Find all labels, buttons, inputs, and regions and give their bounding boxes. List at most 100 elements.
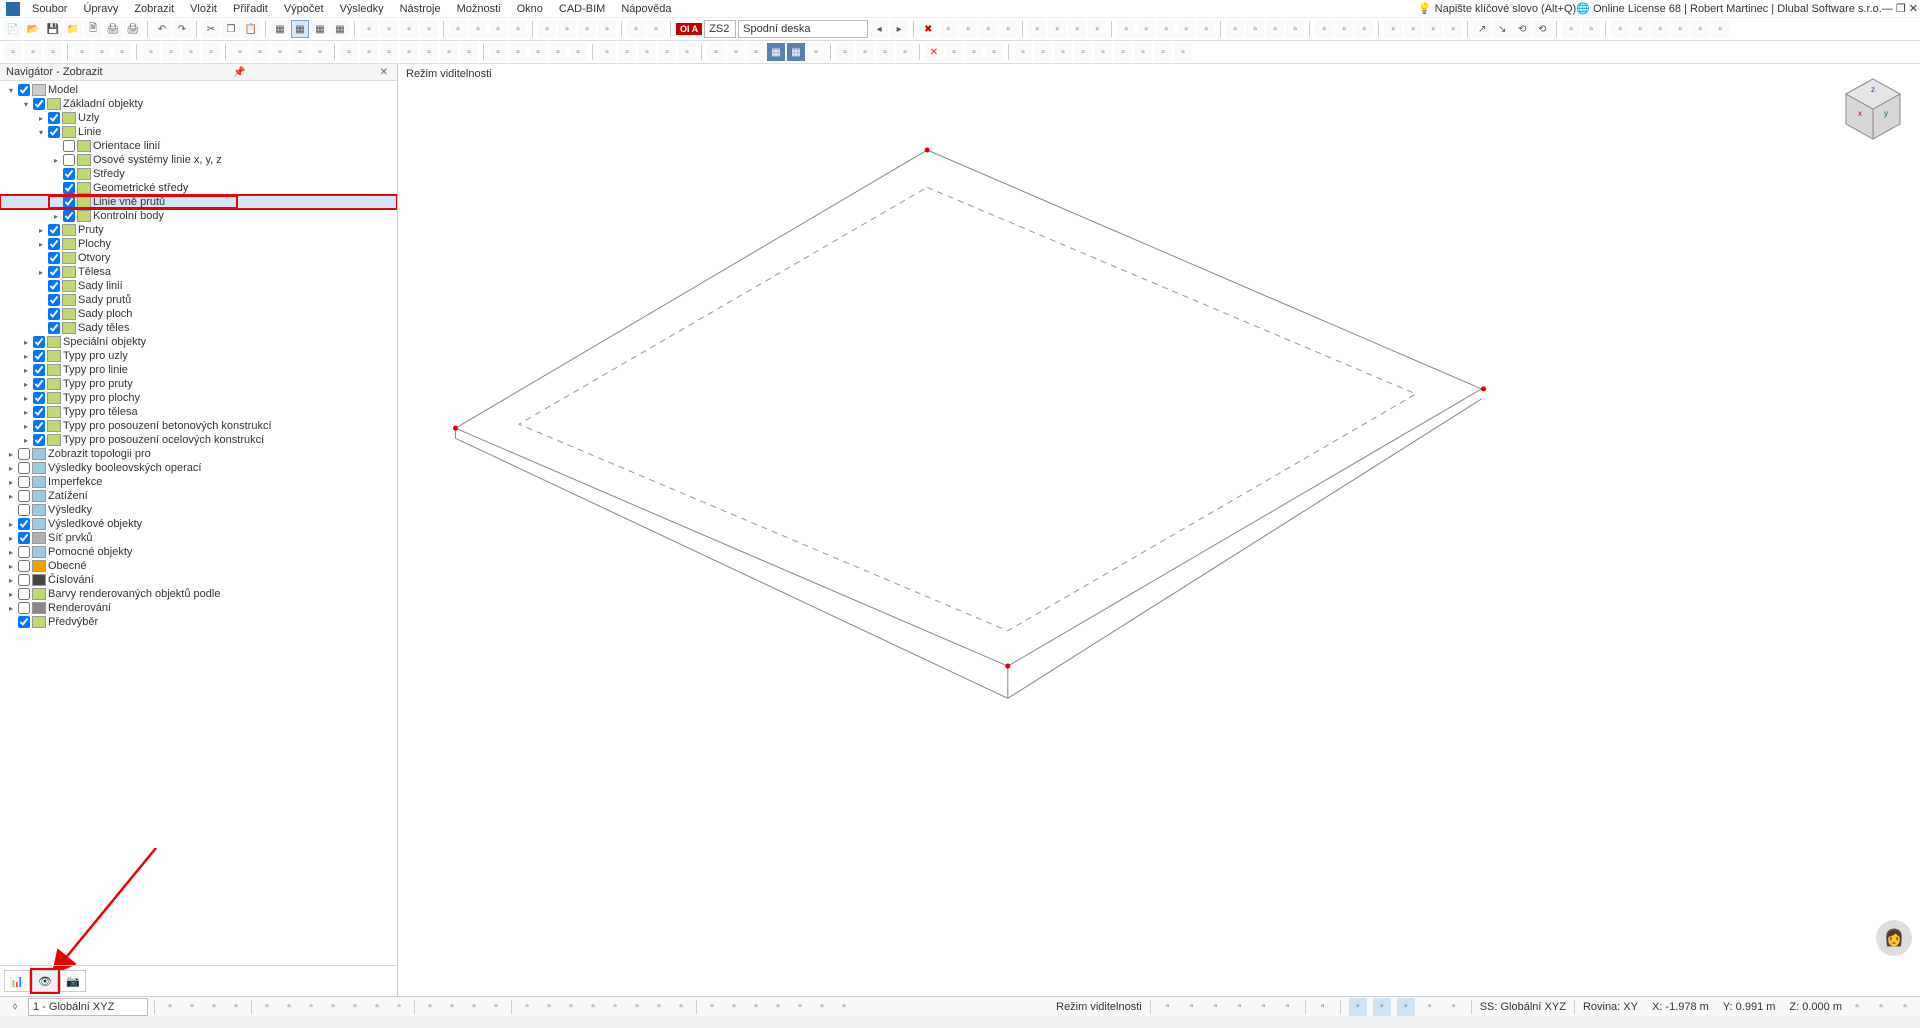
tb2-52[interactable]: ▫	[1114, 43, 1132, 61]
sb-22[interactable]: ▫	[650, 998, 668, 1016]
tree-item[interactable]: ▸Typy pro linie	[0, 363, 397, 377]
restore-button[interactable]: ❐	[1896, 3, 1906, 15]
tree-checkbox[interactable]	[18, 476, 30, 488]
tree-checkbox[interactable]	[33, 98, 45, 110]
tb-generic-36[interactable]: ▫	[1384, 20, 1402, 38]
tree-item[interactable]: ▸Barvy renderovaných objektů podle	[0, 587, 397, 601]
tb2-20[interactable]: ▫	[420, 43, 438, 61]
tree-item[interactable]: ▸Plochy	[0, 237, 397, 251]
tb-generic-29[interactable]: ▫	[1226, 20, 1244, 38]
tree-checkbox[interactable]	[33, 378, 45, 390]
sb-10[interactable]: ▫	[368, 998, 386, 1016]
sb-15[interactable]: ▫	[487, 998, 505, 1016]
tb-generic-23[interactable]: ▫	[1088, 20, 1106, 38]
tree-item[interactable]: Sady těles	[0, 321, 397, 335]
tb2-44[interactable]: ▫	[945, 43, 963, 61]
tb-generic-34[interactable]: ▫	[1335, 20, 1353, 38]
expander-icon[interactable]: ▸	[6, 492, 16, 501]
sb-r5[interactable]: ▫	[1255, 998, 1273, 1016]
tb2-47[interactable]: ▫	[1014, 43, 1032, 61]
tb2-14[interactable]: ▫	[291, 43, 309, 61]
tree-checkbox[interactable]	[33, 392, 45, 404]
sb-9[interactable]: ▫	[346, 998, 364, 1016]
open-icon[interactable]: 📂	[24, 20, 42, 38]
tb-generic-12[interactable]: ▫	[598, 20, 616, 38]
tree-item[interactable]: Předvýběr	[0, 615, 397, 629]
tb2-1[interactable]: ▫	[4, 43, 22, 61]
expander-icon[interactable]: ▸	[6, 548, 16, 557]
tree-checkbox[interactable]	[63, 182, 75, 194]
sb-r6[interactable]: ▫	[1279, 998, 1297, 1016]
tree-checkbox[interactable]	[18, 532, 30, 544]
tree-item[interactable]: ▸Typy pro uzly	[0, 349, 397, 363]
tb2-29[interactable]: ▫	[618, 43, 636, 61]
tb-generic-5[interactable]: ▫	[449, 20, 467, 38]
tb-generic-49[interactable]: ▫	[1671, 20, 1689, 38]
tree-item[interactable]: Orientace linií	[0, 139, 397, 153]
tb-generic-6[interactable]: ▫	[469, 20, 487, 38]
tb-generic-32[interactable]: ▫	[1286, 20, 1304, 38]
close-button[interactable]: ✕	[1909, 3, 1918, 15]
sb-13[interactable]: ▫	[443, 998, 461, 1016]
tree-checkbox[interactable]	[33, 420, 45, 432]
sb-3[interactable]: ▫	[205, 998, 223, 1016]
tb-generic-40[interactable]: ↗	[1473, 20, 1491, 38]
minimize-button[interactable]: —	[1882, 3, 1893, 15]
tb2-18[interactable]: ▫	[380, 43, 398, 61]
sb-r12[interactable]: ▫	[1445, 998, 1463, 1016]
tree-checkbox[interactable]	[18, 462, 30, 474]
tree-checkbox[interactable]	[18, 602, 30, 614]
tb2-35[interactable]: ▫	[747, 43, 765, 61]
sb-r2[interactable]: ▫	[1183, 998, 1201, 1016]
cut-icon[interactable]: ✂	[202, 20, 220, 38]
tree-item[interactable]: Sady linií	[0, 279, 397, 293]
sb-4[interactable]: ▫	[227, 998, 245, 1016]
sb-r7[interactable]: ▫	[1314, 998, 1332, 1016]
tb-generic-22[interactable]: ▫	[1068, 20, 1086, 38]
tb2-4[interactable]: ▫	[73, 43, 91, 61]
tree-item[interactable]: ▸Kontrolní body	[0, 209, 397, 223]
new-icon[interactable]: 📄	[4, 20, 22, 38]
tree-checkbox[interactable]	[33, 350, 45, 362]
tree-checkbox[interactable]	[48, 308, 60, 320]
tb-generic-11[interactable]: ▫	[578, 20, 596, 38]
sb-23[interactable]: ▫	[672, 998, 690, 1016]
save-icon[interactable]: 💾	[44, 20, 62, 38]
sb-21[interactable]: ▫	[628, 998, 646, 1016]
tb-generic-13[interactable]: ▫	[627, 20, 645, 38]
tree-item[interactable]: ▾Základní objekty	[0, 97, 397, 111]
tb2-2[interactable]: ▫	[24, 43, 42, 61]
tb-generic-37[interactable]: ▫	[1404, 20, 1422, 38]
tree-checkbox[interactable]	[63, 154, 75, 166]
expander-icon[interactable]: ▸	[6, 576, 16, 585]
tree-checkbox[interactable]	[33, 336, 45, 348]
expander-icon[interactable]: ▸	[51, 212, 61, 221]
tb2-17[interactable]: ▫	[360, 43, 378, 61]
tb2-53[interactable]: ▫	[1134, 43, 1152, 61]
tree-checkbox[interactable]	[48, 322, 60, 334]
tb2-32[interactable]: ▫	[678, 43, 696, 61]
tree-item[interactable]: Sady ploch	[0, 307, 397, 321]
tree-checkbox[interactable]	[18, 616, 30, 628]
tb-generic-41[interactable]: ↘	[1493, 20, 1511, 38]
tb2-16[interactable]: ▫	[340, 43, 358, 61]
sb-19[interactable]: ▫	[584, 998, 602, 1016]
expander-icon[interactable]: ▾	[36, 128, 46, 137]
tb2-21[interactable]: ▫	[440, 43, 458, 61]
expander-icon[interactable]: ▸	[6, 604, 16, 613]
expander-icon[interactable]: ▾	[6, 86, 16, 95]
sb-16[interactable]: ▫	[518, 998, 536, 1016]
sb-5[interactable]: ▫	[258, 998, 276, 1016]
tree-checkbox[interactable]	[18, 84, 30, 96]
navigator-pin-icon[interactable]: 📌	[230, 67, 248, 78]
expander-icon[interactable]: ▸	[21, 380, 31, 389]
sb-6[interactable]: ▫	[280, 998, 298, 1016]
menu-upravy[interactable]: Úpravy	[75, 2, 126, 16]
redo-icon[interactable]: ↷	[173, 20, 191, 38]
nav-tab-views[interactable]: 📷	[60, 970, 86, 992]
sb-14[interactable]: ▫	[465, 998, 483, 1016]
sb-27[interactable]: ▫	[769, 998, 787, 1016]
tb-generic-48[interactable]: ▫	[1651, 20, 1669, 38]
tb2-10[interactable]: ▫	[202, 43, 220, 61]
navigator-tree[interactable]: ▾Model▾Základní objekty▸Uzly▾LinieOrient…	[0, 81, 397, 965]
